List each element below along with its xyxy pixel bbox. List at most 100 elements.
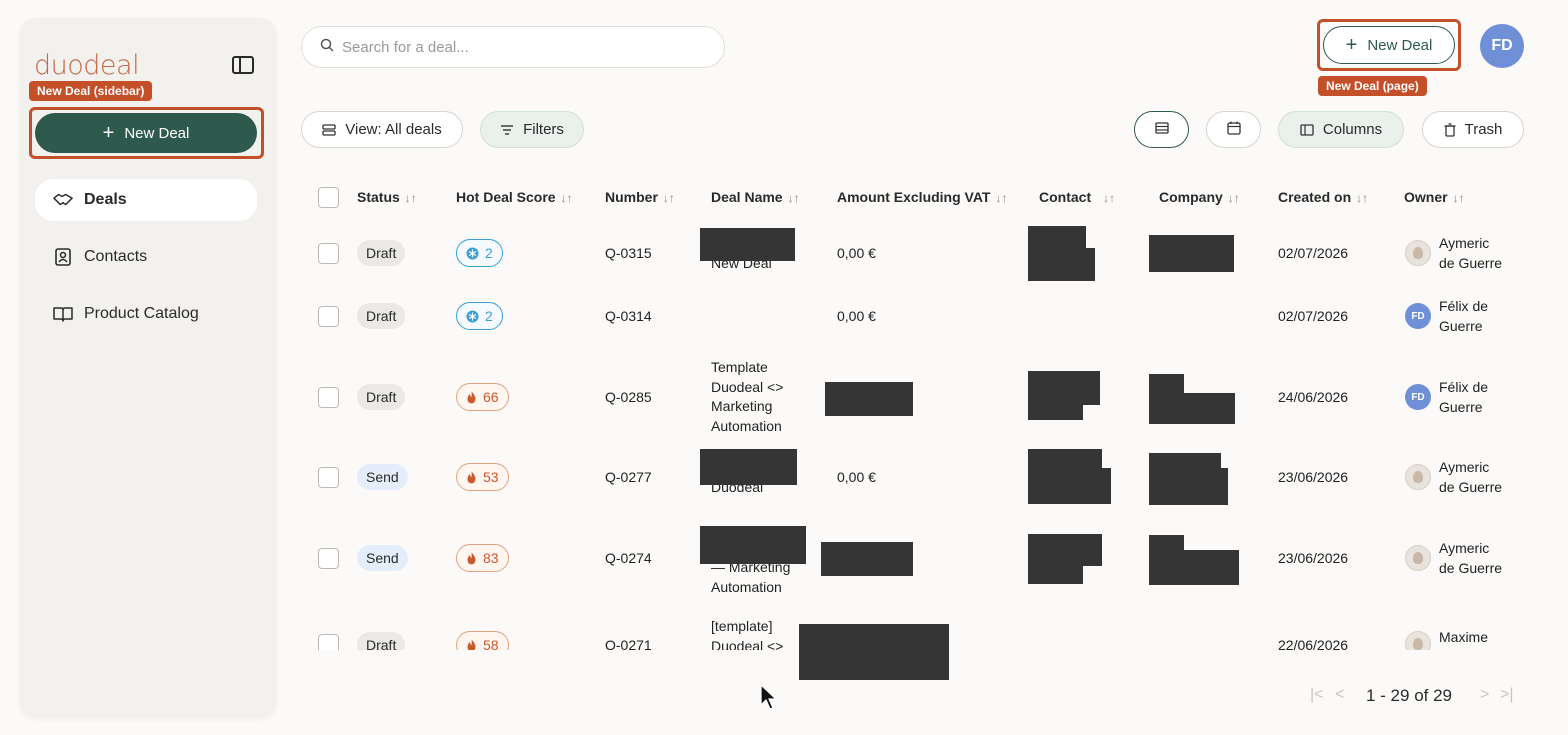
plus-icon: + xyxy=(102,121,115,144)
owner-name: Félix de Guerre xyxy=(1439,379,1489,415)
column-header-label: Created on xyxy=(1278,189,1352,205)
select-all-checkbox[interactable] xyxy=(318,187,339,208)
column-header-label: Contact xyxy=(1039,189,1092,205)
deal-number: Q-0274 xyxy=(605,550,652,566)
column-header-deal-name[interactable]: Deal Name ↓↑ xyxy=(711,189,800,205)
created-on: 23/06/2026 xyxy=(1278,550,1349,566)
sidebar-toggle-icon[interactable] xyxy=(232,56,254,74)
hot-deal-score-badge: 2 xyxy=(456,302,503,330)
redacted-company xyxy=(1149,235,1234,272)
sort-icon: ↓↑ xyxy=(1103,191,1116,205)
redacted-contact-ext xyxy=(1102,468,1111,504)
status-badge: Draft xyxy=(357,632,406,650)
column-header-contact[interactable]: Contact ↓↑ xyxy=(1039,189,1115,205)
view-selector-button[interactable]: View: All deals xyxy=(301,111,463,148)
table-view-button[interactable] xyxy=(1134,111,1189,148)
redacted-block xyxy=(700,228,795,261)
row-checkbox[interactable] xyxy=(318,467,339,488)
next-page-icon[interactable]: > xyxy=(1480,686,1489,704)
row-checkbox[interactable] xyxy=(318,306,339,327)
amount: 0,00 € xyxy=(837,308,876,324)
redacted-block xyxy=(700,526,806,564)
deal-number: Q-0314 xyxy=(605,308,652,324)
calendar-view-button[interactable] xyxy=(1206,111,1261,148)
status-badge: Send xyxy=(357,464,408,490)
filters-button[interactable]: Filters xyxy=(480,111,584,148)
search-icon xyxy=(320,38,334,57)
row-checkbox[interactable] xyxy=(318,387,339,408)
hot-deal-score-badge: 58 xyxy=(456,631,509,650)
score-value: 2 xyxy=(485,308,493,324)
amount: 0,00 € xyxy=(837,245,876,261)
owner-name: Félix de Guerre xyxy=(1439,298,1489,334)
created-on: 22/06/2026 xyxy=(1278,637,1349,650)
column-header-label: Owner xyxy=(1404,189,1448,205)
filters-label: Filters xyxy=(523,121,564,138)
search-bar[interactable] xyxy=(301,26,725,68)
columns-button[interactable]: Columns xyxy=(1278,111,1404,148)
new-deal-page-button[interactable]: + New Deal xyxy=(1323,26,1455,64)
last-page-icon[interactable]: >| xyxy=(1500,686,1514,704)
column-header-hot-deal-score[interactable]: Hot Deal Score ↓↑ xyxy=(456,189,573,205)
deal-name[interactable]: [template] Duodeal <> xyxy=(711,617,806,650)
sidebar-item-label: Deals xyxy=(84,191,127,208)
created-on: 02/07/2026 xyxy=(1278,245,1349,261)
flame-icon xyxy=(466,639,477,650)
redacted-contact-ext xyxy=(1086,248,1095,281)
handshake-icon xyxy=(53,191,73,209)
owner-avatar xyxy=(1405,545,1431,571)
status-badge: Draft xyxy=(357,240,406,266)
column-header-number[interactable]: Number ↓↑ xyxy=(605,189,675,205)
calendar-icon xyxy=(1226,121,1241,139)
row-checkbox[interactable] xyxy=(318,243,339,264)
redacted-block xyxy=(700,449,797,485)
column-header-amount[interactable]: Amount Excluding VAT ↓↑ xyxy=(837,189,1007,205)
row-checkbox[interactable] xyxy=(318,634,339,650)
deal-name[interactable]: Template Duodeal <> Marketing Automation xyxy=(711,358,806,436)
score-value: 83 xyxy=(483,550,499,566)
deals-table: Status ↓↑ Hot Deal Score ↓↑ Number ↓↑ Deal … xyxy=(300,172,1540,650)
owner-avatar xyxy=(1405,240,1431,266)
score-value: 58 xyxy=(483,637,499,650)
column-header-status[interactable]: Status ↓↑ xyxy=(357,189,417,205)
deal-number: Q-0277 xyxy=(605,469,652,485)
list-view-icon xyxy=(322,123,336,136)
search-input[interactable] xyxy=(342,38,702,56)
redacted-contact xyxy=(1028,226,1086,281)
prev-page-icon[interactable]: < xyxy=(1335,686,1344,704)
user-avatar[interactable]: FD xyxy=(1480,24,1524,68)
created-on: 02/07/2026 xyxy=(1278,308,1349,324)
column-header-company[interactable]: Company ↓↑ xyxy=(1159,189,1240,205)
hot-deal-score-badge: 83 xyxy=(456,544,509,572)
sidebar-item-product-catalog[interactable]: Product Catalog xyxy=(35,293,257,335)
trash-button[interactable]: Trash xyxy=(1422,111,1524,148)
amount: 0,00 € xyxy=(837,469,876,485)
table-view-icon xyxy=(1154,121,1169,138)
redacted-company xyxy=(1149,453,1221,505)
sidebar-item-deals[interactable]: Deals xyxy=(35,179,257,221)
sidebar-item-label: Product Catalog xyxy=(84,305,199,322)
redacted-company xyxy=(1149,535,1184,585)
score-value: 66 xyxy=(483,389,499,405)
sidebar-item-contacts[interactable]: Contacts xyxy=(35,236,257,278)
row-checkbox[interactable] xyxy=(318,548,339,569)
column-header-label: Number xyxy=(605,189,658,205)
created-on: 24/06/2026 xyxy=(1278,389,1349,405)
columns-icon xyxy=(1300,123,1314,136)
contact-card-icon xyxy=(53,248,73,266)
redacted-contact-ext xyxy=(1028,405,1083,420)
column-header-label: Hot Deal Score xyxy=(456,189,556,205)
first-page-icon[interactable]: |< xyxy=(1310,686,1324,704)
column-header-owner[interactable]: Owner ↓↑ xyxy=(1404,189,1465,205)
owner-avatar: FD xyxy=(1405,303,1431,329)
sort-icon: ↓↑ xyxy=(1356,191,1369,205)
redacted-contact xyxy=(1028,449,1102,504)
deal-number: Q-0315 xyxy=(605,245,652,261)
column-header-created-on[interactable]: Created on ↓↑ xyxy=(1278,189,1368,205)
new-deal-sidebar-button[interactable]: + New Deal xyxy=(35,113,257,153)
sort-icon: ↓↑ xyxy=(662,191,675,205)
redacted-amount-overflow xyxy=(799,650,949,680)
sort-icon: ↓↑ xyxy=(1227,191,1240,205)
status-badge: Send xyxy=(357,545,408,571)
view-label: View: All deals xyxy=(345,121,442,138)
